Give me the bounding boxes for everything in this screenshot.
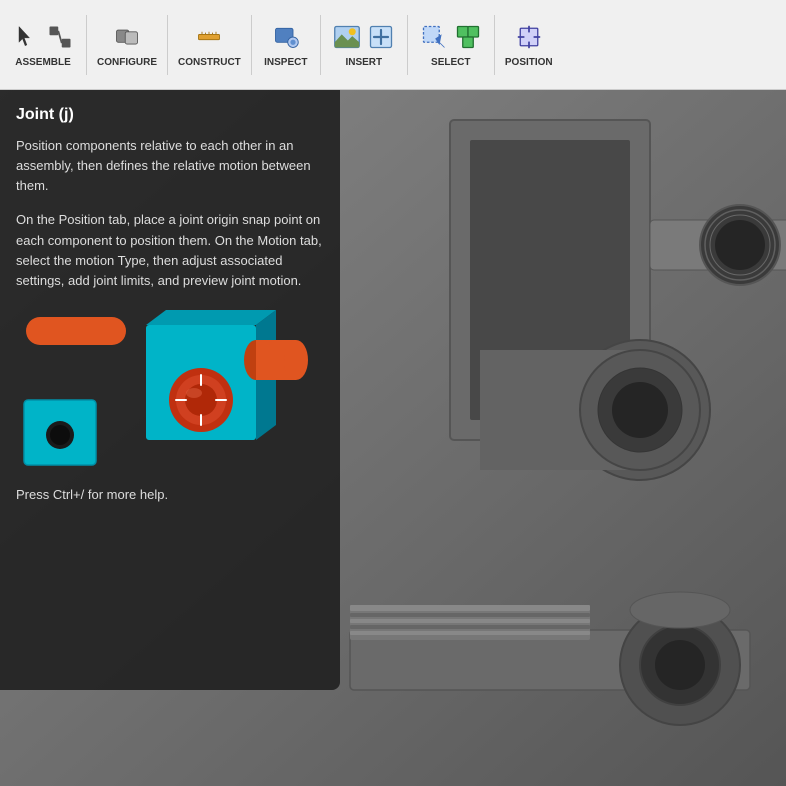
divider-5 [407, 15, 408, 75]
assemble-label: ASSEMBLE [15, 57, 71, 68]
inspect-icon [270, 21, 302, 53]
toolbar-configure[interactable]: CONFIGURE [91, 3, 163, 87]
toolbar-position[interactable]: POSITION [499, 3, 559, 87]
divider-4 [320, 15, 321, 75]
construct-label: CONSTRUCT [178, 57, 241, 68]
toolbar-select[interactable]: SELECT [412, 3, 490, 87]
joint-description1: Position components relative to each oth… [16, 136, 324, 196]
toolbar-inspect[interactable]: INSPECT [256, 3, 316, 87]
configure-label: CONFIGURE [97, 57, 157, 68]
insert-label: INSERT [345, 57, 382, 68]
construct-icon [193, 21, 225, 53]
joint-illustration [16, 305, 326, 475]
select-icon1 [418, 21, 450, 53]
toolbar-insert[interactable]: INSERT [325, 3, 403, 87]
select-label: SELECT [431, 57, 470, 68]
joint-illustration-svg [16, 305, 326, 475]
assemble-icon2 [44, 21, 76, 53]
divider-2 [167, 15, 168, 75]
position-label: POSITION [505, 57, 553, 68]
divider-3 [251, 15, 252, 75]
configure-icon [111, 21, 143, 53]
inspect-label: INSPECT [264, 57, 307, 68]
assemble-icon [10, 21, 42, 53]
select-icon2 [452, 21, 484, 53]
toolbar-construct[interactable]: CONSTRUCT [172, 3, 247, 87]
main-viewport: Joint (j) Position components relative t… [0, 90, 786, 786]
ctrl-hint: Press Ctrl+/ for more help. [16, 487, 324, 502]
divider-1 [86, 15, 87, 75]
insert-icon1 [331, 21, 363, 53]
position-icon [513, 21, 545, 53]
insert-icon2 [365, 21, 397, 53]
joint-description2: On the Position tab, place a joint origi… [16, 210, 324, 291]
help-panel: Joint (j) Position components relative t… [0, 90, 340, 690]
divider-6 [494, 15, 495, 75]
toolbar: ASSEMBLE CONFIGURE [0, 0, 786, 90]
toolbar-assemble[interactable]: ASSEMBLE [4, 3, 82, 87]
joint-title: Joint (j) [16, 106, 324, 124]
